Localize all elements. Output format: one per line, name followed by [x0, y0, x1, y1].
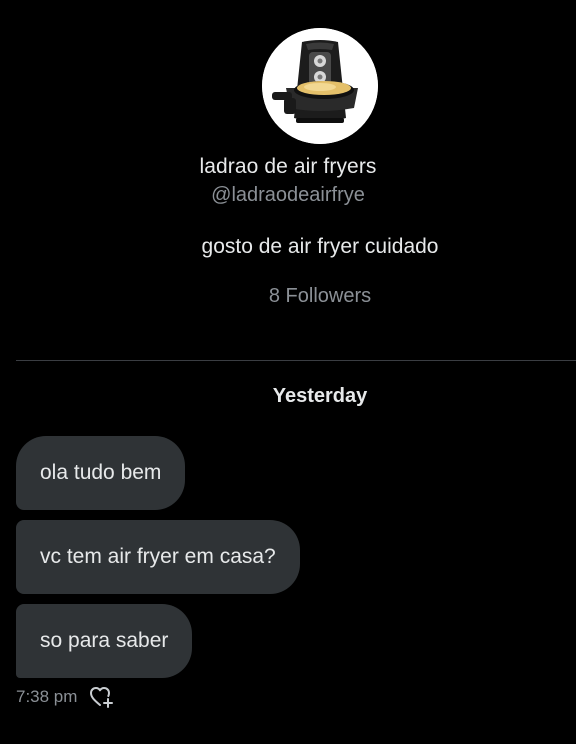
- message-meta: 7:38 pm: [16, 685, 115, 709]
- profile-bio: gosto de air fryer cuidado: [201, 235, 439, 258]
- profile-avatar[interactable]: [262, 28, 378, 144]
- dm-conversation-page: ladrao de air fryers @ladraodeairfrye go…: [0, 0, 576, 744]
- profile-name[interactable]: ladrao de air fryers: [0, 155, 576, 179]
- air-fryer-icon: [262, 28, 378, 144]
- add-reaction-heart-icon[interactable]: [89, 685, 115, 709]
- profile-followers-count[interactable]: 8 Followers: [0, 285, 576, 308]
- message-bubble[interactable]: vc tem air fryer em casa?: [16, 520, 300, 594]
- profile-handle[interactable]: @ladraodeairfrye: [0, 184, 576, 207]
- message-bubble[interactable]: ola tudo bem: [16, 436, 186, 510]
- divider: [16, 360, 576, 361]
- message-bubble[interactable]: so para saber: [16, 604, 193, 678]
- date-separator: Yesterday: [272, 385, 368, 407]
- message-timestamp: 7:38 pm: [16, 687, 78, 706]
